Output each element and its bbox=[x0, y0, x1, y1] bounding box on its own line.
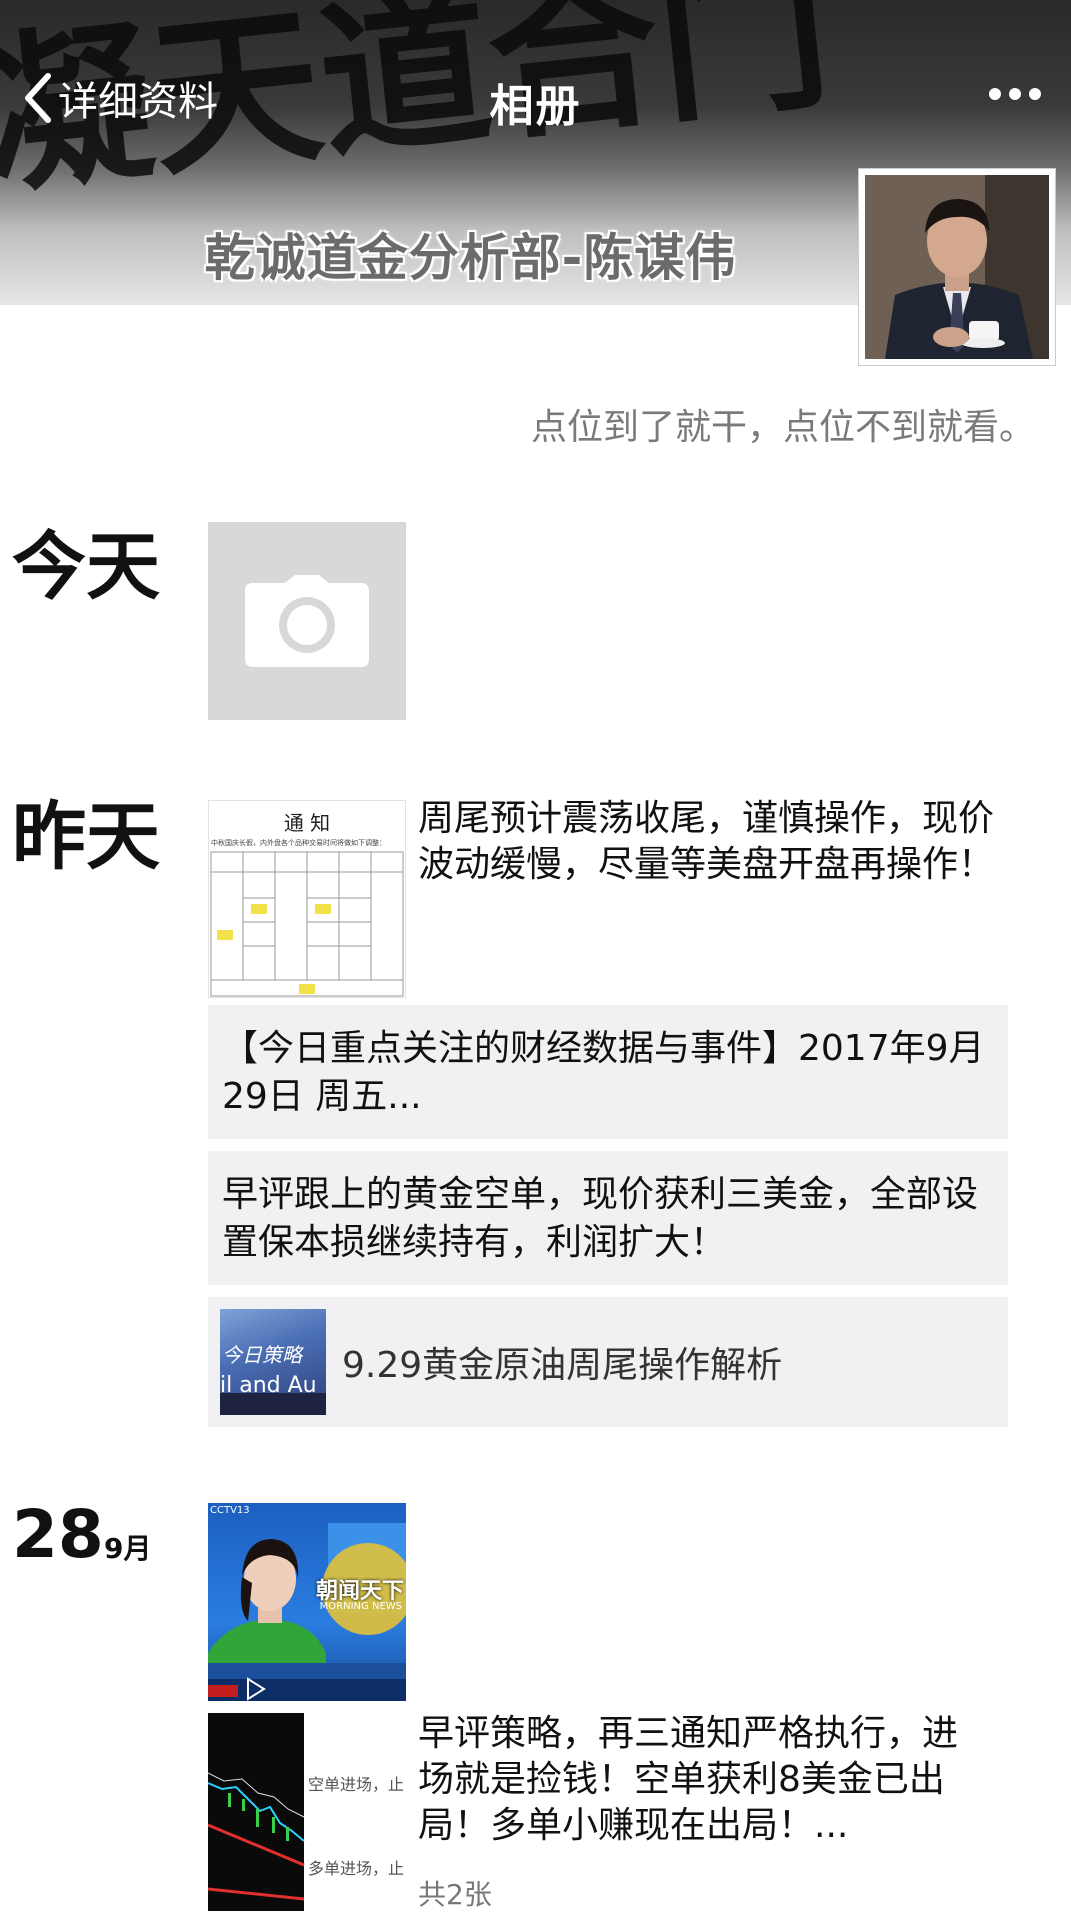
day-month: 9月 bbox=[104, 1532, 152, 1565]
upload-photo-tile[interactable] bbox=[208, 522, 406, 720]
chart-thumb-label1: 空单进场，止 bbox=[308, 1775, 405, 1794]
news-video-thumb[interactable]: 朝闻天下 MORNING NEWS CCTV13 bbox=[208, 1503, 406, 1701]
day-label-yesterday: 昨天 bbox=[12, 794, 160, 880]
link-title: 9.29黄金原油周尾操作解析 bbox=[342, 1345, 783, 1386]
day-number: 28 bbox=[12, 1496, 104, 1573]
chart-image-thumb[interactable]: 空单进场，止 多单进场，止 bbox=[208, 1713, 406, 1911]
photo-count: 共2张 bbox=[418, 1878, 492, 1911]
news-thumb-sub: MORNING NEWS bbox=[319, 1601, 402, 1612]
avatar[interactable] bbox=[858, 168, 1056, 366]
status-text: 早评跟上的黄金空单，现价获利三美金，全部设置保本损继续持有，利润扩大！ bbox=[222, 1174, 979, 1263]
link-thumb: 今日策略 il and Au bbox=[220, 1309, 326, 1415]
price-chart-graphic bbox=[208, 1713, 305, 1911]
notice-thumb-title: 通 知 bbox=[283, 811, 331, 835]
shared-article-title: 【今日重点关注的财经数据与事件】2017年9月29日 周五... bbox=[222, 1028, 985, 1117]
shared-link-card[interactable]: 今日策略 il and Au 9.29黄金原油周尾操作解析 bbox=[208, 1297, 1008, 1427]
notice-image-thumb[interactable]: 通 知 中秋国庆长假，内外盘各个品种交易时间将做如下调整： bbox=[208, 800, 406, 998]
profile-signature: 点位到了就干，点位不到就看。 bbox=[530, 407, 1035, 448]
status-text-card[interactable]: 早评跟上的黄金空单，现价获利三美金，全部设置保本损继续持有，利润扩大！ bbox=[208, 1151, 1008, 1285]
link-thumb-line1: 今日策略 bbox=[222, 1343, 302, 1367]
notice-thumb-subtitle: 中秋国庆长假，内外盘各个品种交易时间将做如下调整： bbox=[211, 839, 386, 847]
nav-bar: 详细资料 相册 bbox=[0, 60, 1071, 140]
shared-article-card[interactable]: 【今日重点关注的财经数据与事件】2017年9月29日 周五... bbox=[208, 1005, 1008, 1139]
post-text-sep28[interactable]: 早评策略，再三通知严格执行，进场就是捡钱！空单获利8美金已出局！多单小赚现在出局… bbox=[418, 1711, 988, 1849]
day-label-today: 今天 bbox=[12, 524, 160, 610]
camera-icon bbox=[245, 575, 369, 667]
more-horizontal-icon[interactable] bbox=[989, 88, 1041, 100]
chart-thumb-label2: 多单进场，止 bbox=[308, 1859, 405, 1878]
notice-table-graphic bbox=[210, 851, 404, 997]
avatar-portrait-icon bbox=[865, 175, 1049, 359]
page-title: 相册 bbox=[489, 81, 582, 132]
news-thumb-channel: CCTV13 bbox=[210, 1505, 250, 1516]
avatar-photo bbox=[865, 175, 1049, 359]
post-text-yesterday[interactable]: 周尾预计震荡收尾，谨慎操作，现价波动缓慢，尽量等美盘开盘再操作！ bbox=[418, 796, 1008, 888]
